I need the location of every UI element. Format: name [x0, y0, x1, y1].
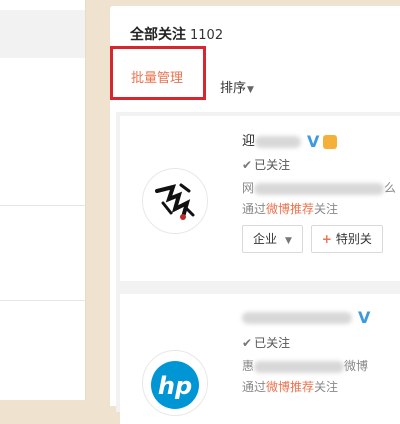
caret-down-icon: ▼ [247, 85, 254, 95]
blurred-description [254, 182, 385, 195]
list-item: 迎V ✔ 已关注 网么 通过微博推荐关注 企业 ▼ + 特别关 [120, 116, 400, 281]
user-description: 网么 [242, 179, 396, 196]
card-actions: 企业 ▼ + 特别关 [242, 225, 396, 253]
group-label: 企业 [253, 232, 278, 246]
desc-suffix: 么 [384, 181, 397, 195]
title-label: 全部关注 [130, 27, 186, 43]
desc-prefix: 惠 [242, 359, 255, 373]
follow-status: ✔ 已关注 [242, 156, 396, 173]
left-panel-header [0, 10, 85, 58]
avatar[interactable] [142, 168, 208, 234]
avatar[interactable]: hp [142, 350, 208, 416]
via-suffix: 关注 [314, 380, 339, 394]
user-info: 迎V ✔ 已关注 网么 通过微博推荐关注 企业 ▼ + 特别关 [242, 130, 396, 253]
check-icon: ✔ [242, 158, 253, 172]
svg-text:hp: hp [158, 372, 192, 400]
user-info: V ✔ 已关注 惠 微博 通过微博推荐关注 [242, 308, 370, 395]
via-prefix: 通过 [242, 202, 267, 216]
left-panel [0, 0, 86, 400]
special-follow-label: 特别关 [335, 232, 372, 246]
plus-icon: + [321, 232, 332, 246]
page-title: 全部关注 1102 [130, 24, 223, 44]
user-description: 惠 微博 [242, 357, 370, 374]
user-name[interactable]: V [242, 308, 370, 328]
follow-panel: 全部关注 1102 批量管理 排序▼ 迎V ✔ 已关注 网 么 通过微博推荐关注… [110, 6, 400, 424]
check-icon: ✔ [242, 336, 253, 350]
special-follow-button[interactable]: + 特别关 [310, 225, 383, 253]
vip-badge-icon [323, 134, 338, 149]
sort-dropdown[interactable]: 排序▼ [220, 77, 254, 96]
follow-source: 通过微博推荐关注 [242, 378, 370, 395]
follow-status-text: 已关注 [254, 336, 291, 350]
follow-list: 迎V ✔ 已关注 网么 通过微博推荐关注 企业 ▼ + 特别关 hp V ✔ 已… [116, 112, 400, 424]
follow-status: ✔ 已关注 [242, 334, 370, 351]
follow-count: 1102 [190, 28, 224, 43]
recommendation-link[interactable]: 微博推荐 [266, 202, 314, 216]
group-dropdown[interactable]: 企业 ▼ [242, 225, 303, 253]
blurred-name [255, 135, 302, 148]
desc-prefix: 网 [242, 181, 255, 195]
blurred-description [254, 360, 345, 373]
batch-manage-button[interactable]: 批量管理 [110, 46, 206, 100]
recommendation-link[interactable]: 微博推荐 [266, 380, 314, 394]
verified-icon: V [358, 308, 371, 327]
caret-down-icon: ▼ [285, 236, 292, 246]
follow-status-text: 已关注 [254, 158, 291, 172]
sort-label: 排序 [220, 81, 247, 96]
user-name-text: 迎 [242, 134, 256, 149]
via-suffix: 关注 [314, 202, 339, 216]
batch-manage-label: 批量管理 [131, 71, 184, 86]
user-name[interactable]: 迎V [242, 130, 396, 151]
blurred-name [242, 311, 352, 324]
divider [0, 205, 85, 206]
divider [0, 300, 85, 301]
desc-suffix: 微博 [344, 359, 369, 373]
via-prefix: 通过 [242, 380, 267, 394]
follow-source: 通过微博推荐关注 [242, 200, 396, 217]
list-item: hp V ✔ 已关注 惠 微博 通过微博推荐关注 [120, 294, 400, 424]
verified-icon: V [307, 132, 320, 151]
